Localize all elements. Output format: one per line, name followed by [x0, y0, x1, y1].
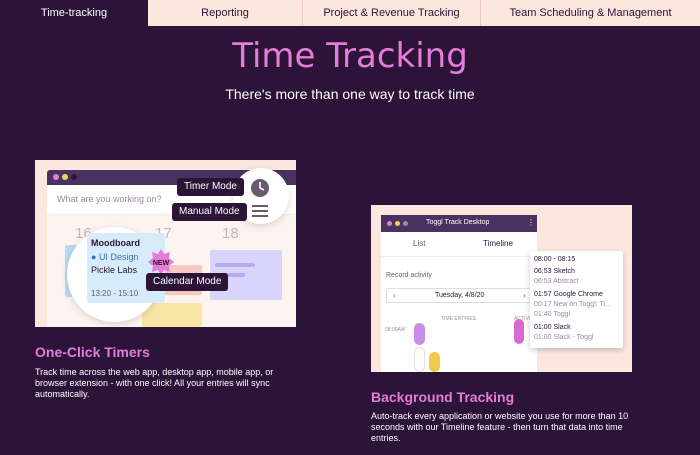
popup-line: 06:53 Sketch: [534, 268, 575, 275]
window-dot-icon: [71, 174, 77, 180]
window-dot-icon: [387, 221, 392, 226]
entry-time: 13:20 - 15:10: [91, 289, 139, 298]
tab-list[interactable]: List: [413, 239, 425, 248]
calendar-entry-line: [215, 263, 255, 267]
activity-bar: [514, 319, 524, 344]
new-badge-icon: NEW: [148, 249, 174, 275]
popup-line: 01:00 Slack: [534, 324, 571, 331]
entry-client: Pickle Labs: [91, 265, 138, 275]
page-title: Time Tracking: [232, 36, 468, 76]
record-activity-label: Record activity: [386, 272, 432, 279]
timer-mode-label: Timer Mode: [177, 178, 244, 196]
activity-popup: 08:00 - 08:15 06:53 Sketch 06:53 Abstrac…: [530, 251, 623, 348]
timer-input-placeholder: What are you working on?: [57, 194, 162, 204]
window-titlebar: Toggl Track Desktop ⋮: [381, 215, 537, 232]
time-axis-label: 08:00AM: [385, 327, 406, 333]
window-dot-icon: [403, 221, 408, 226]
entry-project-name: UI Design: [98, 252, 139, 262]
chevron-right-icon[interactable]: ›: [523, 291, 526, 300]
one-click-timers-heading: One-Click Timers: [35, 344, 150, 360]
new-badge-label: NEW: [153, 260, 170, 267]
popup-line: 08:00 - 08:15: [534, 256, 576, 263]
time-entry-bar: [414, 347, 425, 372]
more-icon: ⋮: [527, 218, 535, 227]
entry-title: Moodboard: [91, 238, 140, 248]
tab-divider: [381, 256, 537, 257]
list-icon: [252, 205, 268, 217]
popup-line: 01:00 Slack - Toggl: [534, 334, 594, 341]
window-title: Toggl Track Desktop: [426, 219, 490, 226]
desktop-app-window: Toggl Track Desktop ⋮ List Timeline Reco…: [381, 215, 537, 372]
window-dot-icon: [395, 221, 400, 226]
entry-project: ● UI Design: [91, 252, 139, 262]
manual-mode-label: Manual Mode: [172, 203, 247, 221]
popup-line: 06:53 Abstract: [534, 278, 579, 285]
popup-line: 00:17 New on Toggl: Ti...: [534, 301, 611, 308]
tab-time-tracking[interactable]: Time-tracking: [0, 0, 148, 26]
popup-line: 01:57 Google Chrome: [534, 291, 603, 298]
background-tracking-description: Auto-track every application or website …: [371, 411, 629, 443]
tab-timeline[interactable]: Timeline: [483, 239, 513, 248]
background-tracking-heading: Background Tracking: [371, 389, 515, 405]
date-picker[interactable]: ‹ Tuesday, 4/8/20 ›: [386, 288, 532, 303]
time-entries-label: TIME ENTRIES: [441, 316, 477, 322]
tab-team-scheduling[interactable]: Team Scheduling & Management: [481, 0, 700, 26]
time-entry-bar: [414, 323, 425, 345]
one-click-timers-illustration: What are you working on? 16 17 18 Moodbo…: [35, 160, 296, 327]
popup-line: 01:40 Toggl: [534, 311, 571, 318]
date-label: Tuesday, 4/8/20: [435, 292, 485, 299]
feature-tabs: Time-tracking Reporting Project & Revenu…: [0, 0, 700, 26]
background-tracking-illustration: Toggl Track Desktop ⋮ List Timeline Reco…: [371, 205, 632, 372]
calendar-entry-block: [142, 303, 202, 327]
tab-reporting[interactable]: Reporting: [148, 0, 303, 26]
window-dot-icon: [53, 174, 59, 180]
clock-icon: [251, 179, 269, 197]
one-click-timers-description: Track time across the web app, desktop a…: [35, 367, 274, 399]
window-dot-icon: [62, 174, 68, 180]
page-subtitle: There's more than one way to track time: [225, 86, 475, 102]
chevron-left-icon[interactable]: ‹: [393, 291, 396, 300]
tab-project-revenue-tracking[interactable]: Project & Revenue Tracking: [303, 0, 481, 26]
calendar-mode-label: Calendar Mode: [146, 273, 229, 291]
time-entry-bar: [429, 352, 440, 372]
calendar-day-number: 18: [222, 225, 239, 242]
